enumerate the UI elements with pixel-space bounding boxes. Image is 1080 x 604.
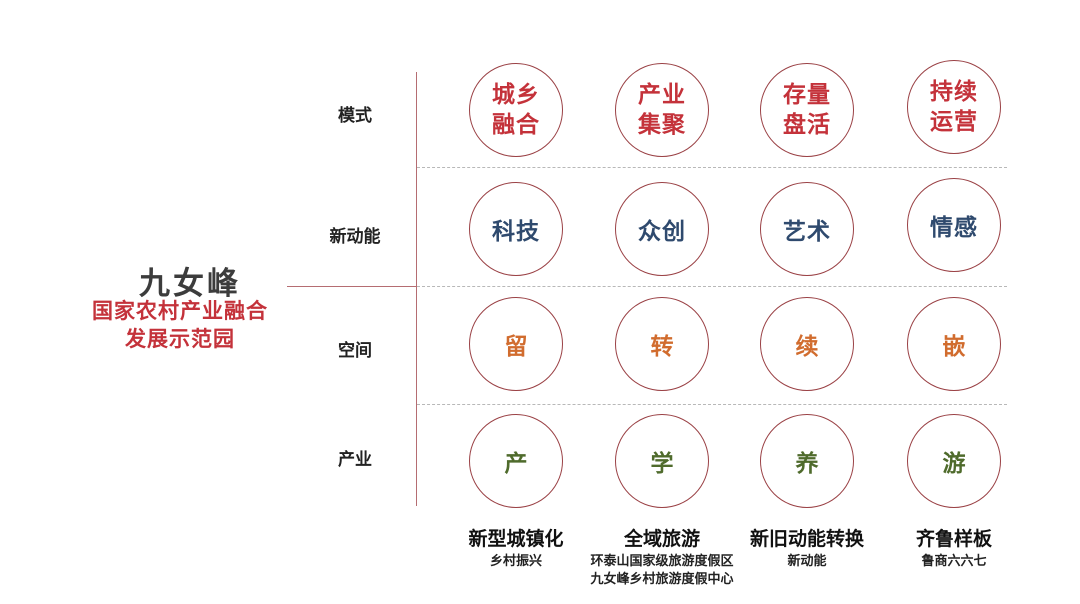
space-circle-label: 续 bbox=[795, 334, 819, 360]
new-energy-circle-label: 艺术 bbox=[783, 219, 831, 245]
new-energy-circle-emotion: 情感 bbox=[907, 178, 1001, 272]
new-energy-circle-technology: 科技 bbox=[469, 182, 563, 276]
park-subtitle-line1: 国家农村产业融合 bbox=[92, 299, 268, 323]
column-title-qilu-model: 齐鲁样板 bbox=[915, 528, 992, 550]
space-circle-label: 转 bbox=[650, 334, 674, 360]
row-label-new-energy: 新动能 bbox=[329, 227, 381, 247]
park-subtitle-line2: 发展示范园 bbox=[125, 327, 235, 351]
mode-circle-label: 存量 盘活 bbox=[783, 82, 831, 138]
industry-circle-study: 学 bbox=[615, 414, 709, 508]
column-title-new-urbanization: 新型城镇化 bbox=[468, 528, 564, 550]
new-energy-circle-label: 科技 bbox=[492, 219, 540, 245]
industry-circle-production: 产 bbox=[469, 414, 563, 508]
industry-circle-label: 游 bbox=[942, 451, 966, 477]
mode-circle-industry-cluster: 产业 集聚 bbox=[615, 63, 709, 157]
space-circle-retain: 留 bbox=[469, 297, 563, 391]
industry-circle-label: 学 bbox=[650, 451, 674, 477]
column-subtitle: 九女峰乡村旅游度假中心 bbox=[590, 572, 734, 587]
space-circle-embed: 嵌 bbox=[907, 297, 1001, 391]
row-label-industry: 产业 bbox=[338, 450, 372, 470]
space-circle-label: 嵌 bbox=[942, 334, 966, 360]
space-circle-transform: 转 bbox=[615, 297, 709, 391]
vertical-divider bbox=[416, 72, 417, 506]
mode-circle-label: 城乡 融合 bbox=[492, 82, 540, 138]
new-energy-circle-crowd-innovation: 众创 bbox=[615, 182, 709, 276]
row-divider-2 bbox=[417, 286, 1007, 287]
title-connector-line bbox=[287, 286, 417, 287]
new-energy-circle-label: 众创 bbox=[638, 219, 686, 245]
column-title-kinetic-energy-conversion: 新旧动能转换 bbox=[749, 528, 864, 550]
row-divider-1 bbox=[417, 167, 1007, 168]
space-circle-continue: 续 bbox=[760, 297, 854, 391]
column-subtitle: 鲁商六六七 bbox=[921, 554, 987, 569]
new-energy-circle-label: 情感 bbox=[930, 215, 978, 241]
industry-circle-label: 产 bbox=[504, 451, 528, 477]
space-circle-label: 留 bbox=[504, 334, 528, 360]
mode-circle-label: 持续 运营 bbox=[930, 79, 978, 135]
row-label-mode: 模式 bbox=[338, 106, 372, 126]
new-energy-circle-art: 艺术 bbox=[760, 182, 854, 276]
diagram-canvas: 九女峰 国家农村产业融合 发展示范园 模式 新动能 空间 产业 城乡 融合 产业… bbox=[0, 0, 1080, 604]
mode-circle-urban-rural: 城乡 融合 bbox=[469, 63, 563, 157]
row-label-space: 空间 bbox=[338, 341, 372, 361]
industry-circle-tourism: 游 bbox=[907, 414, 1001, 508]
industry-circle-wellness: 养 bbox=[760, 414, 854, 508]
industry-circle-label: 养 bbox=[795, 451, 819, 477]
mode-circle-stock-revival: 存量 盘活 bbox=[760, 63, 854, 157]
mode-circle-sustained-operation: 持续 运营 bbox=[907, 60, 1001, 154]
row-divider-3 bbox=[417, 404, 1007, 405]
mode-circle-label: 产业 集聚 bbox=[638, 82, 686, 138]
